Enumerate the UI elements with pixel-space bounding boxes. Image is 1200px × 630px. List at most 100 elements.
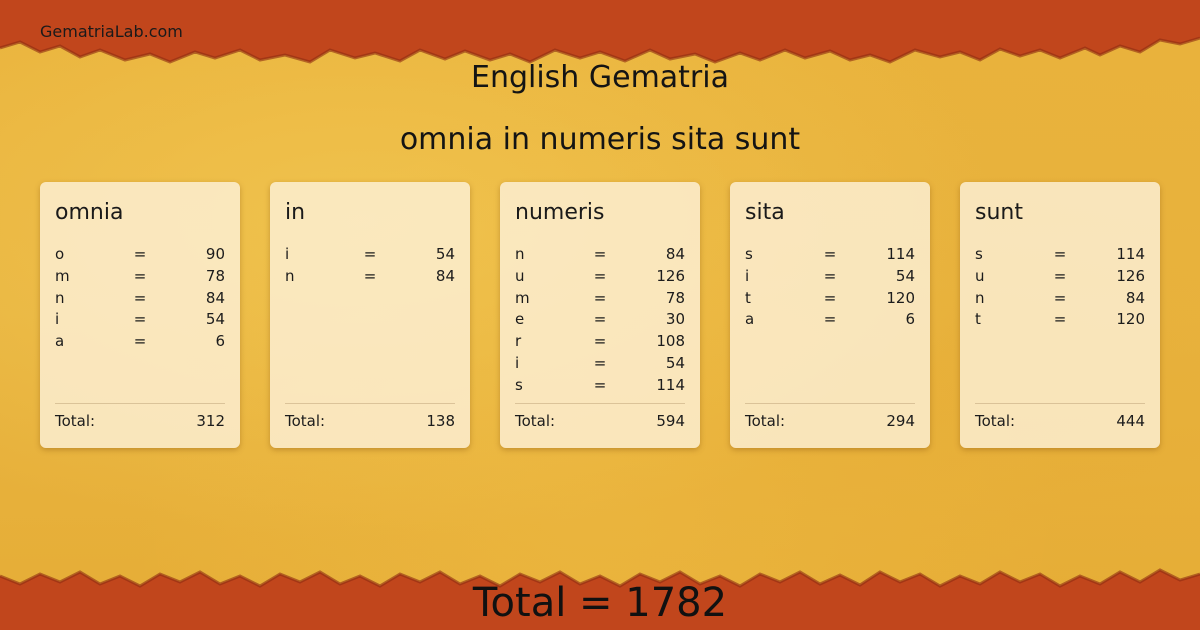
divider [515,403,685,404]
letter-row: i = 54 [515,353,685,375]
letter: t [745,288,751,307]
word-total: 594 [656,412,685,430]
grand-total: Total = 1782 [472,580,728,626]
letter-row: r = 108 [515,331,685,353]
word-total: 138 [426,412,455,430]
letter-row: o = 90 [55,244,225,266]
equals-sign: = [593,310,607,329]
page-title: English Gematria [471,60,729,95]
letter-row: s = 114 [975,244,1145,266]
letter-row: s = 114 [745,244,915,266]
letter-value: 114 [1116,245,1146,263]
letter-value: 6 [905,310,916,329]
word-card-in: in i = 54 n = 84 Total: 138 [270,182,470,448]
equals-sign: = [593,266,607,285]
word-title: sita [745,200,785,225]
equals-sign: = [1053,266,1067,285]
word-card-sunt: sunt s = 114 u = 126 n = 84 t = 120 Total: 444 [960,182,1160,448]
letter-list: s = 114 i = 54 t = 120 a = 6 [745,244,915,331]
letter-value: 54 [665,353,686,372]
total-label: Total: [745,412,786,430]
letter: u [515,266,525,285]
equals-sign: = [823,245,837,263]
letter-value: 84 [435,266,456,285]
letter-value: 120 [1116,310,1146,329]
site-name[interactable]: GematriaLab.com [40,22,183,41]
letter-row: u = 126 [975,266,1145,288]
letter-value: 78 [665,288,686,307]
letter-row: i = 54 [55,309,225,331]
word-card-numeris: numeris n = 84 u = 126 m = 78 e = 30 r = 108 i = 54 … [500,182,700,448]
letter-value: 84 [1125,288,1146,307]
letter-value: 78 [205,266,226,285]
letter: s [975,245,983,263]
letter-value: 84 [205,288,226,307]
word-card-sita: sita s = 114 i = 54 t = 120 a = 6 Total: 294 [730,182,930,448]
word-total: 312 [196,412,225,430]
letter: s [515,375,523,394]
letter: e [515,310,525,329]
equals-sign: = [593,245,607,263]
word-title: in [285,200,306,225]
letter-row: m = 78 [515,288,685,310]
letter: i [515,353,520,372]
equals-sign: = [133,245,147,263]
letter: a [55,332,65,351]
letter-list: n = 84 u = 126 m = 78 e = 30 r = 108 i = 54 s = 114 [515,244,685,397]
equals-sign: = [1053,310,1067,329]
equals-sign: = [363,266,377,285]
word-total: 444 [1116,412,1145,430]
equals-sign: = [823,266,837,285]
letter: i [55,310,60,329]
letter-value: 54 [895,266,916,285]
letter-value: 54 [435,245,456,263]
letter: n [55,288,65,307]
letter-row: e = 30 [515,309,685,331]
letter-value: 114 [656,375,686,394]
letter-value: 6 [215,332,226,351]
letter: a [745,310,755,329]
equals-sign: = [133,266,147,285]
total-label: Total: [285,412,326,430]
letter: n [285,266,295,285]
letter: n [975,288,985,307]
total-label: Total: [515,412,556,430]
equals-sign: = [133,288,147,307]
letter-list: o = 90 m = 78 n = 84 i = 54 a = 6 [55,244,225,353]
word-total-row: Total: 294 [745,412,915,430]
letter: m [515,288,530,307]
word-title: sunt [975,200,1023,225]
letter-row: t = 120 [975,309,1145,331]
equals-sign: = [823,310,837,329]
equals-sign: = [593,353,607,372]
letter: o [55,245,65,263]
letter-value: 120 [886,288,916,307]
letter-row: n = 84 [975,288,1145,310]
letter: m [55,266,70,285]
letter-value: 30 [665,310,686,329]
word-title: omnia [55,200,124,225]
word-total: 294 [886,412,915,430]
divider [975,403,1145,404]
letter: s [745,245,753,263]
letter-row: a = 6 [55,331,225,353]
word-card-omnia: omnia o = 90 m = 78 n = 84 i = 54 a = 6 Total: 312 [40,182,240,448]
letter: i [285,245,290,263]
letter-row: t = 120 [745,288,915,310]
divider [285,403,455,404]
equals-sign: = [363,245,377,263]
divider [55,403,225,404]
word-total-row: Total: 138 [285,412,455,430]
word-title: numeris [515,200,605,225]
letter-list: s = 114 u = 126 n = 84 t = 120 [975,244,1145,331]
letter-row: m = 78 [55,266,225,288]
total-label: Total: [55,412,96,430]
letter-value: 126 [656,266,686,285]
letter-value: 90 [205,245,226,263]
letter-row: a = 6 [745,309,915,331]
letter: t [975,310,981,329]
letter-row: i = 54 [745,266,915,288]
letter-row: s = 114 [515,375,685,397]
letter-value: 126 [1116,266,1146,285]
equals-sign: = [133,332,147,351]
